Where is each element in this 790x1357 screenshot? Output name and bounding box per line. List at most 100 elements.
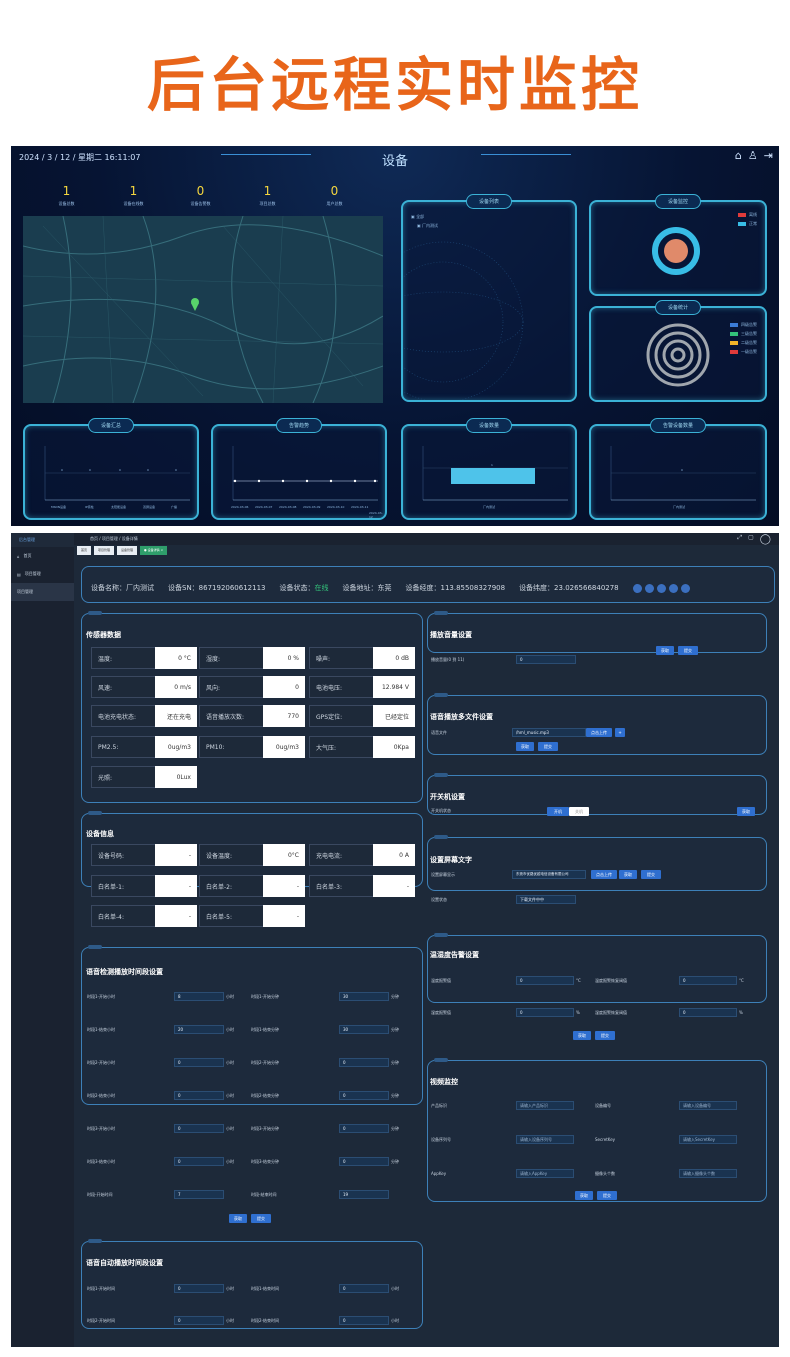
field-input[interactable]: 请输入AppKey (516, 1169, 574, 1178)
more-icon[interactable] (680, 583, 690, 593)
field-input[interactable]: 请输入设备编号 (679, 1101, 737, 1110)
sensor-label: 大气压: (309, 736, 375, 758)
field-input[interactable]: 0 (516, 976, 574, 985)
device-list-panel: 设备列表 ▣ 全部 ▣ 厂内测试 (401, 194, 577, 402)
voice-detect-submit-button[interactable]: 提交 (251, 1214, 271, 1223)
voice-file-get-button[interactable]: 获取 (516, 742, 534, 751)
field-input[interactable]: 0 (339, 1157, 389, 1166)
temp-alarm-get-button[interactable]: 获取 (573, 1031, 591, 1040)
field-input[interactable]: 0 (339, 1124, 389, 1133)
field-input[interactable]: 8 (174, 992, 224, 1001)
sensor-value: 0Lux (155, 766, 197, 788)
device-info-title: 设备信息 (86, 830, 114, 838)
field-label: 时段1-开始小时 (87, 994, 115, 999)
tab-device-detail[interactable]: ● 设备详情 × (140, 546, 168, 555)
sensor-value: 770 (263, 705, 305, 727)
legend-item: 一级告警 (730, 349, 757, 355)
field-input[interactable]: 0 (339, 1284, 389, 1293)
screen-text-get-button[interactable]: 获取 (619, 870, 637, 879)
screen-text-submit-button[interactable]: 提交 (641, 870, 661, 879)
window-icon[interactable]: ▢ (748, 534, 754, 545)
field-input[interactable]: 0 (174, 1316, 224, 1325)
field-unit: 小时 (226, 1060, 234, 1065)
field-input[interactable]: 0 (174, 1284, 224, 1293)
field-input[interactable]: 0 (339, 1316, 389, 1325)
box-header (434, 693, 448, 697)
field-unit: % (576, 1010, 580, 1015)
tab-project[interactable]: 项目管理 (94, 546, 115, 555)
device-info-value: - (263, 875, 305, 897)
panel-title: 设备统计 (654, 300, 702, 315)
temp-alarm-submit-button[interactable]: 提交 (595, 1031, 615, 1040)
stat-device-online: 1 设备在线数 (100, 184, 167, 207)
voice-file-submit-button[interactable]: 提交 (538, 742, 558, 751)
voice-file-add-button[interactable]: + (615, 728, 625, 737)
field-input[interactable]: 请输入SecretKey (679, 1135, 737, 1144)
fullscreen-icon[interactable]: ⤢ (737, 534, 742, 545)
field-input[interactable]: 0 (339, 1058, 389, 1067)
power-get-button[interactable]: 获取 (737, 807, 755, 816)
field-input[interactable]: 0 (679, 1008, 737, 1017)
home-icon[interactable]: ⌂ (735, 149, 742, 162)
field-input[interactable]: 0 (174, 1157, 224, 1166)
sidebar-item-project-sub[interactable]: 项目管理 (11, 583, 74, 601)
tab-device[interactable]: 设备管理 (117, 546, 138, 555)
sensor-label: 湿度: (199, 647, 265, 669)
power-on-toggle[interactable]: 开机 (547, 807, 569, 816)
tab-home[interactable]: 首页 (77, 546, 92, 555)
volume-box (427, 611, 767, 653)
video-submit-button[interactable]: 提交 (597, 1191, 617, 1200)
field-input[interactable]: 0 (516, 1008, 574, 1017)
field-input[interactable]: 19 (339, 1190, 389, 1199)
screen-status-label: 设置状态 (431, 897, 447, 902)
device-info-value: 0°C (263, 844, 305, 866)
device-info-value: - (155, 875, 197, 897)
home-icon: ⌂ (17, 553, 20, 559)
field-unit: 分钟 (391, 1027, 399, 1032)
field-input[interactable]: 请输入摄像头个数 (679, 1169, 737, 1178)
screen-text-input[interactable]: 东莞市优路优越电信设备有限公司 (512, 870, 586, 879)
device-map[interactable] (23, 216, 383, 403)
sidebar-item-home[interactable]: ⌂ 首页 (11, 547, 74, 565)
stop-icon[interactable] (656, 583, 666, 593)
device-address: 设备地址：东莞 (342, 584, 392, 592)
field-input[interactable]: 20 (174, 1025, 224, 1034)
voice-detect-get-button[interactable]: 获取 (229, 1214, 247, 1223)
voice-file-upload-button[interactable]: 点击上传 (586, 728, 612, 737)
volume-input[interactable]: 0 (516, 655, 576, 664)
field-input[interactable]: 0 (339, 1091, 389, 1100)
field-unit: 小时 (391, 1286, 399, 1291)
field-input[interactable]: 0 (679, 976, 737, 985)
box-header (434, 933, 448, 937)
field-input[interactable]: 7 (174, 1190, 224, 1199)
refresh-icon[interactable] (632, 583, 642, 593)
user-icon[interactable]: ♙ (748, 149, 758, 162)
gear-icon[interactable] (668, 583, 678, 593)
field-label: 时段2-结束小时 (87, 1093, 115, 1098)
sidebar-item-project[interactable]: ▤ 项目管理 (11, 565, 74, 583)
avatar-icon[interactable]: ◯ (760, 534, 771, 545)
settings-icon[interactable] (644, 583, 654, 593)
device-info-label: 设备温度: (199, 844, 265, 866)
voice-file-input[interactable]: /hml_music.mp3 (512, 728, 586, 737)
volume-get-button[interactable]: 获取 (656, 646, 674, 655)
field-input[interactable]: 30 (339, 992, 389, 1001)
field-input[interactable]: 0 (174, 1091, 224, 1100)
volume-submit-button[interactable]: 提交 (678, 646, 698, 655)
field-input[interactable]: 30 (339, 1025, 389, 1034)
map-pin-icon[interactable] (191, 298, 199, 311)
field-label: 温度报警恢复阀值 (595, 978, 627, 983)
screen-status-select[interactable]: 下载文件中中 (516, 895, 576, 904)
video-get-button[interactable]: 获取 (575, 1191, 593, 1200)
x-tick: 广播 (171, 505, 178, 509)
field-input[interactable]: 0 (174, 1124, 224, 1133)
field-input[interactable]: 请输入设备序列号 (516, 1135, 574, 1144)
stat-label: 设备总数 (58, 201, 75, 206)
power-off-toggle[interactable]: 关机 (569, 807, 589, 816)
field-label: 时段2-开始分钟 (251, 1060, 279, 1065)
field-unit: 小时 (226, 994, 234, 999)
logout-icon[interactable]: ⇥ (764, 149, 773, 162)
field-input[interactable]: 请输入产品标识 (516, 1101, 574, 1110)
screen-text-upload-button[interactable]: 点击上传 (591, 870, 617, 879)
field-input[interactable]: 0 (174, 1058, 224, 1067)
